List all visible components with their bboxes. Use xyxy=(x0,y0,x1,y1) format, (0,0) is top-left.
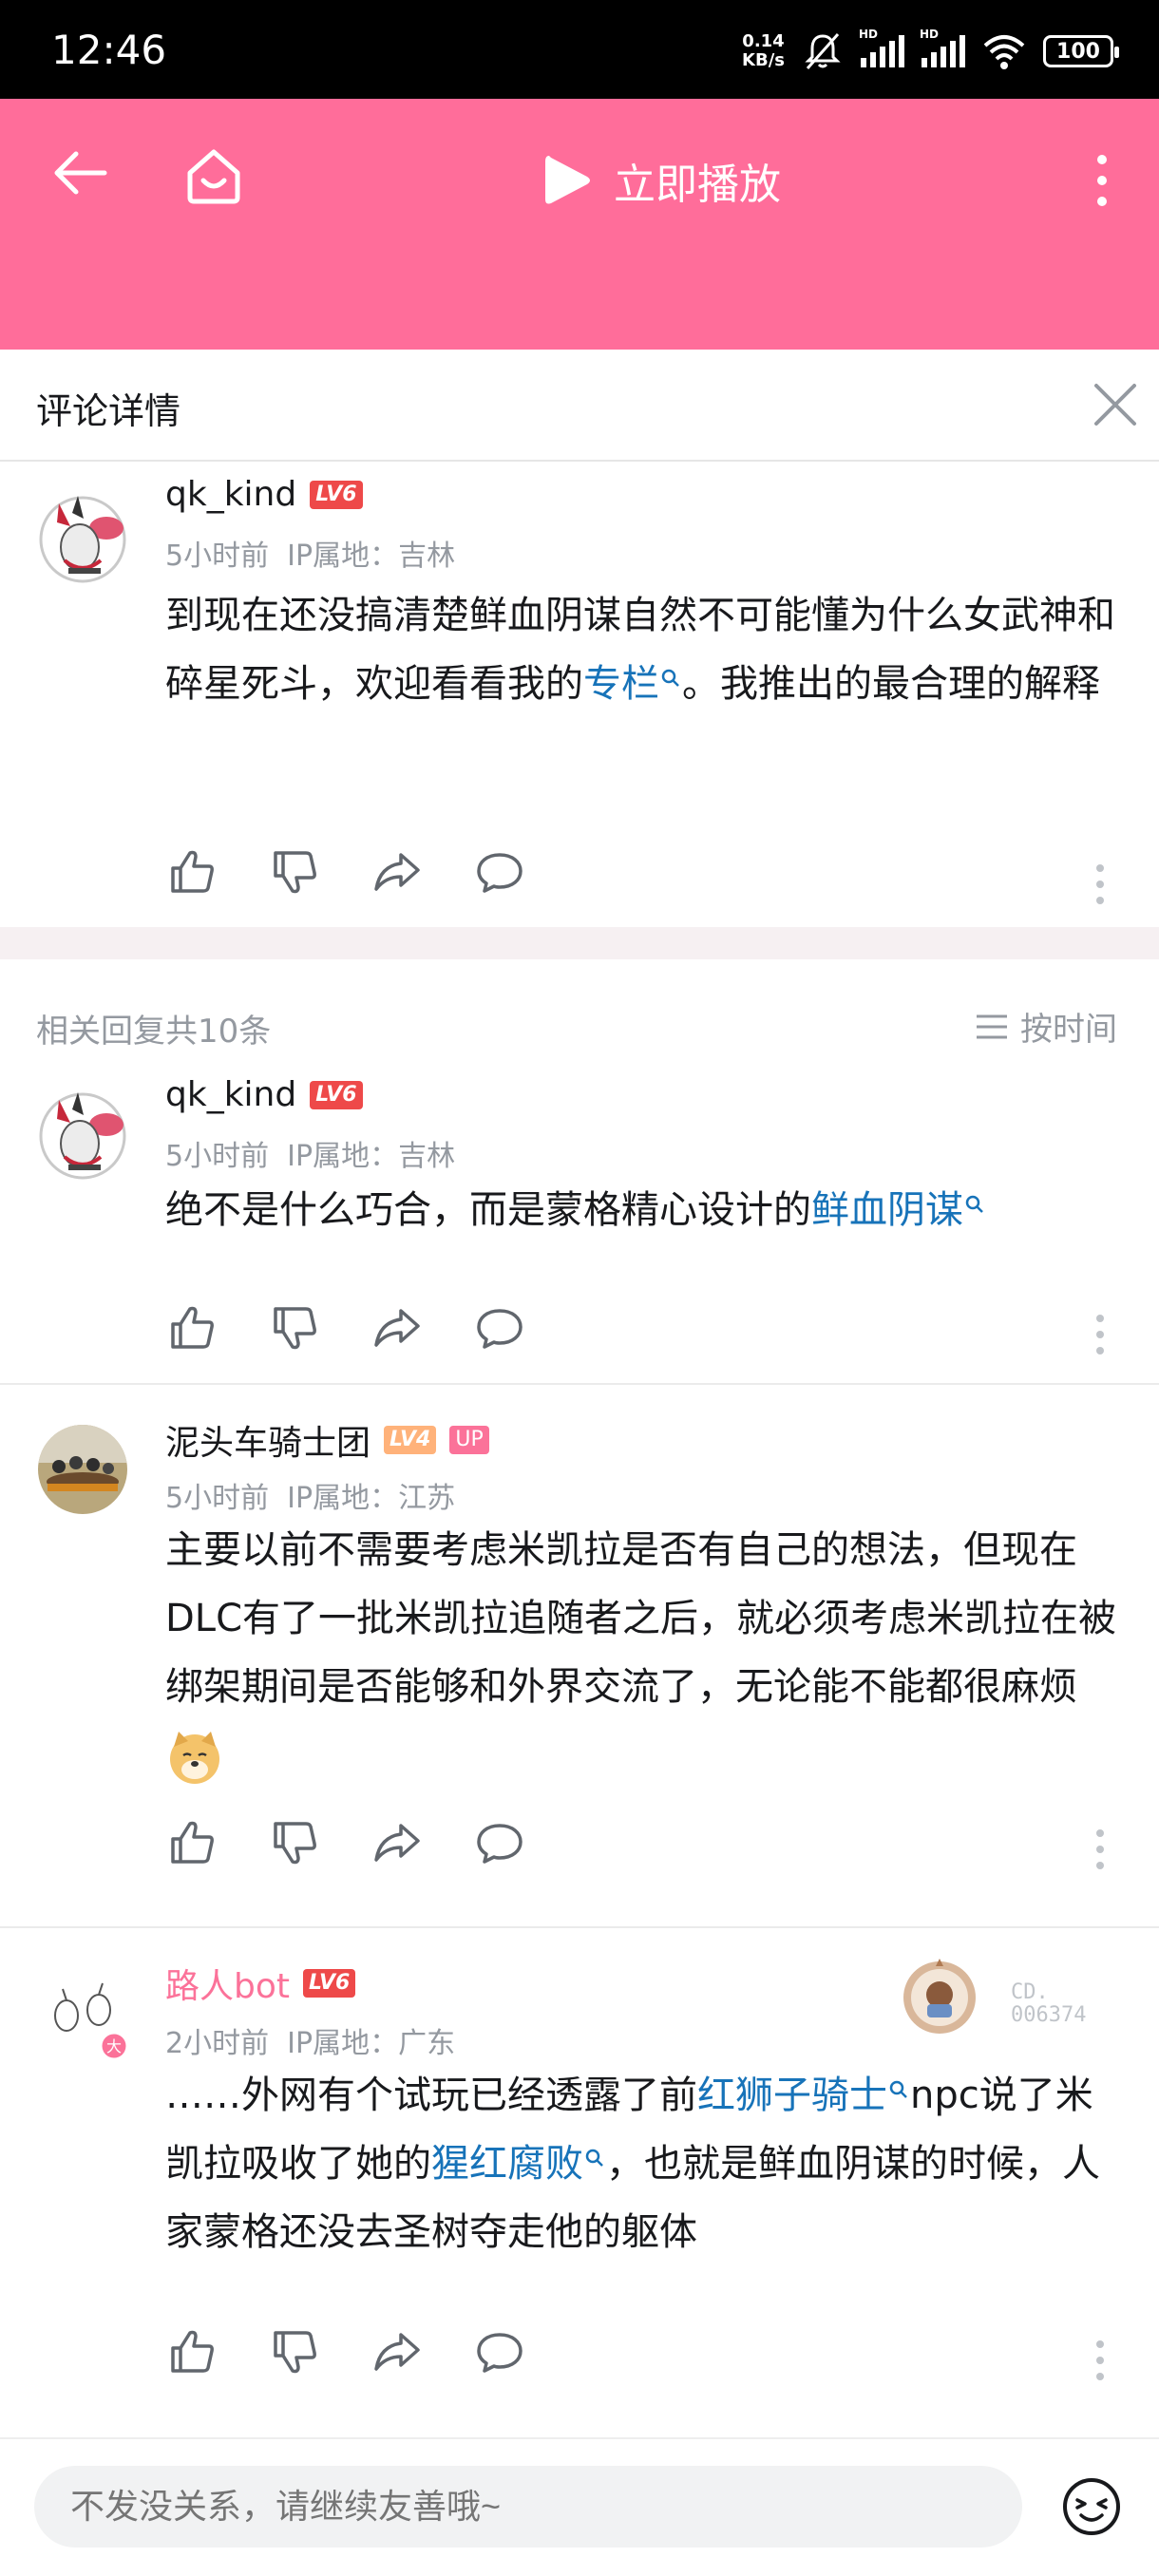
comment-actions xyxy=(165,1816,526,1869)
doge-emoji-icon xyxy=(170,1732,219,1784)
play-icon xyxy=(545,156,590,204)
like-icon[interactable] xyxy=(165,2325,218,2378)
emoji-icon[interactable] xyxy=(1058,2473,1125,2540)
reply-item: 泥头车骑士团 LV4 UP 5小时前 IP属地：江苏 主要以前不需要考虑米凯拉是… xyxy=(0,1385,1159,1926)
dislike-icon[interactable] xyxy=(268,845,321,899)
page-title: 评论详情 xyxy=(36,390,181,432)
comment-actions xyxy=(165,845,526,899)
comment-more-icon[interactable] xyxy=(1091,861,1110,908)
level-badge: LV4 xyxy=(384,1426,437,1454)
avatar[interactable] xyxy=(30,484,135,589)
dislike-icon[interactable] xyxy=(268,2325,321,2378)
search-icon xyxy=(661,669,679,687)
close-icon[interactable] xyxy=(1091,380,1140,429)
reply-icon[interactable] xyxy=(473,2325,526,2378)
avatar[interactable] xyxy=(30,1081,135,1185)
avatar[interactable]: 大 xyxy=(38,1968,129,2061)
search-icon xyxy=(889,2080,907,2098)
level-badge: LV6 xyxy=(310,1080,363,1109)
username[interactable]: qk_kind LV6 xyxy=(165,475,363,514)
dislike-icon[interactable] xyxy=(268,1816,321,1869)
up-badge: UP xyxy=(449,1426,489,1454)
reply-icon[interactable] xyxy=(473,1816,526,1869)
sort-button[interactable]: 按时间 xyxy=(975,1003,1117,1050)
play-now-button[interactable]: 立即播放 xyxy=(542,150,781,211)
comment-more-icon[interactable] xyxy=(1091,1826,1110,1873)
svg-text:大: 大 xyxy=(106,2037,122,2055)
root-comment: qk_kind LV6 5小时前 IP属地：吉林 到现在还没搞清楚鲜血阴谋自然不… xyxy=(0,462,1159,927)
reply-item: qk_kind LV6 5小时前 IP属地：吉林 绝不是什么巧合，而是蒙格精心设… xyxy=(0,1075,1159,1383)
comment-meta: 5小时前 IP属地：江苏 xyxy=(165,1482,456,1515)
comment-more-icon[interactable] xyxy=(1091,2337,1110,2384)
sort-list-icon xyxy=(977,1014,1007,1038)
comment-meta: 5小时前 IP属地：吉林 xyxy=(165,540,456,573)
level-badge: LV6 xyxy=(310,480,363,509)
signal-icon: HD xyxy=(859,28,904,67)
replies-header: 相关回复共10条 按时间 xyxy=(0,957,1159,1081)
reply-icon[interactable] xyxy=(473,1301,526,1354)
comment-text: 主要以前不需要考虑米凯拉是否有自己的想法，但现在DLC有了一批米凯拉追随者之后，… xyxy=(165,1516,1125,1790)
status-time: 12:46 xyxy=(51,27,167,73)
reply-icon[interactable] xyxy=(473,845,526,899)
more-vertical-icon[interactable] xyxy=(1083,152,1121,209)
section-divider xyxy=(0,927,1159,959)
like-icon[interactable] xyxy=(165,845,218,899)
column-link[interactable]: 专栏 xyxy=(583,662,682,706)
share-icon[interactable] xyxy=(370,845,424,899)
comment-meta: 2小时前 IP属地：广东 xyxy=(165,2027,456,2060)
share-icon[interactable] xyxy=(370,2325,424,2378)
comment-meta: 5小时前 IP属地：吉林 xyxy=(165,1140,456,1173)
home-icon[interactable] xyxy=(180,142,247,209)
reply-item: 大 路人bot LV6 2小时前 IP属地：广东 ……外网有个试玩已经透露了前红… xyxy=(0,1928,1159,2432)
wifi-icon xyxy=(983,35,1025,69)
replies-count: 相关回复共10条 xyxy=(36,1013,272,1051)
share-icon[interactable] xyxy=(370,1301,424,1354)
comment-detail-header: 评论详情 xyxy=(0,350,1159,462)
share-icon[interactable] xyxy=(370,1816,424,1869)
status-icons: 0.14 KB/s HD HD 100 xyxy=(742,28,1119,74)
comment-text: 到现在还没搞清楚鲜血阴谋自然不可能懂为什么女武神和碎星死斗，欢迎看看我的专栏 。我… xyxy=(165,594,1115,706)
like-icon[interactable] xyxy=(165,1816,218,1869)
dislike-icon[interactable] xyxy=(268,1301,321,1354)
comment-input[interactable] xyxy=(34,2466,1022,2548)
mute-icon xyxy=(805,33,841,69)
comment-text: 绝不是什么巧合，而是蒙格精心设计的鲜血阴谋 xyxy=(165,1176,1125,1244)
blood-plot-link[interactable]: 鲜血阴谋 xyxy=(811,1188,986,1232)
net-speed: 0.14 KB/s xyxy=(742,31,785,70)
back-arrow-icon[interactable] xyxy=(49,142,110,203)
username[interactable]: 路人bot LV6 xyxy=(165,1959,356,2008)
signal-icon-2: HD xyxy=(920,28,965,67)
battery-icon: 100 xyxy=(1043,35,1119,67)
comment-more-icon[interactable] xyxy=(1091,1311,1110,1358)
comment-text: ……外网有个试玩已经透露了前红狮子骑士 npc说了米凯拉吸收了她的猩红腐败 ，也就是… xyxy=(165,2074,1100,2254)
fan-badge-number: CD. 006374 xyxy=(1011,1980,1087,2027)
red-lion-knight-link[interactable]: 红狮子骑士 xyxy=(697,2074,910,2117)
search-icon xyxy=(965,1195,983,1213)
level-badge: LV6 xyxy=(303,1969,356,1998)
scarlet-rot-link[interactable]: 猩红腐败 xyxy=(431,2142,606,2186)
username[interactable]: qk_kind LV6 xyxy=(165,1075,363,1114)
play-now-label: 立即播放 xyxy=(614,161,781,209)
video-header xyxy=(0,99,1159,350)
status-bar: 12:46 0.14 KB/s HD HD 100 xyxy=(0,0,1159,99)
comment-actions xyxy=(165,1301,526,1354)
username[interactable]: 泥头车骑士团 LV4 UP xyxy=(165,1415,489,1465)
avatar[interactable] xyxy=(38,1425,127,1514)
fan-badge-decoration[interactable] xyxy=(899,1957,980,2038)
like-icon[interactable] xyxy=(165,1301,218,1354)
search-icon xyxy=(585,2149,603,2167)
comment-actions xyxy=(165,2325,526,2378)
